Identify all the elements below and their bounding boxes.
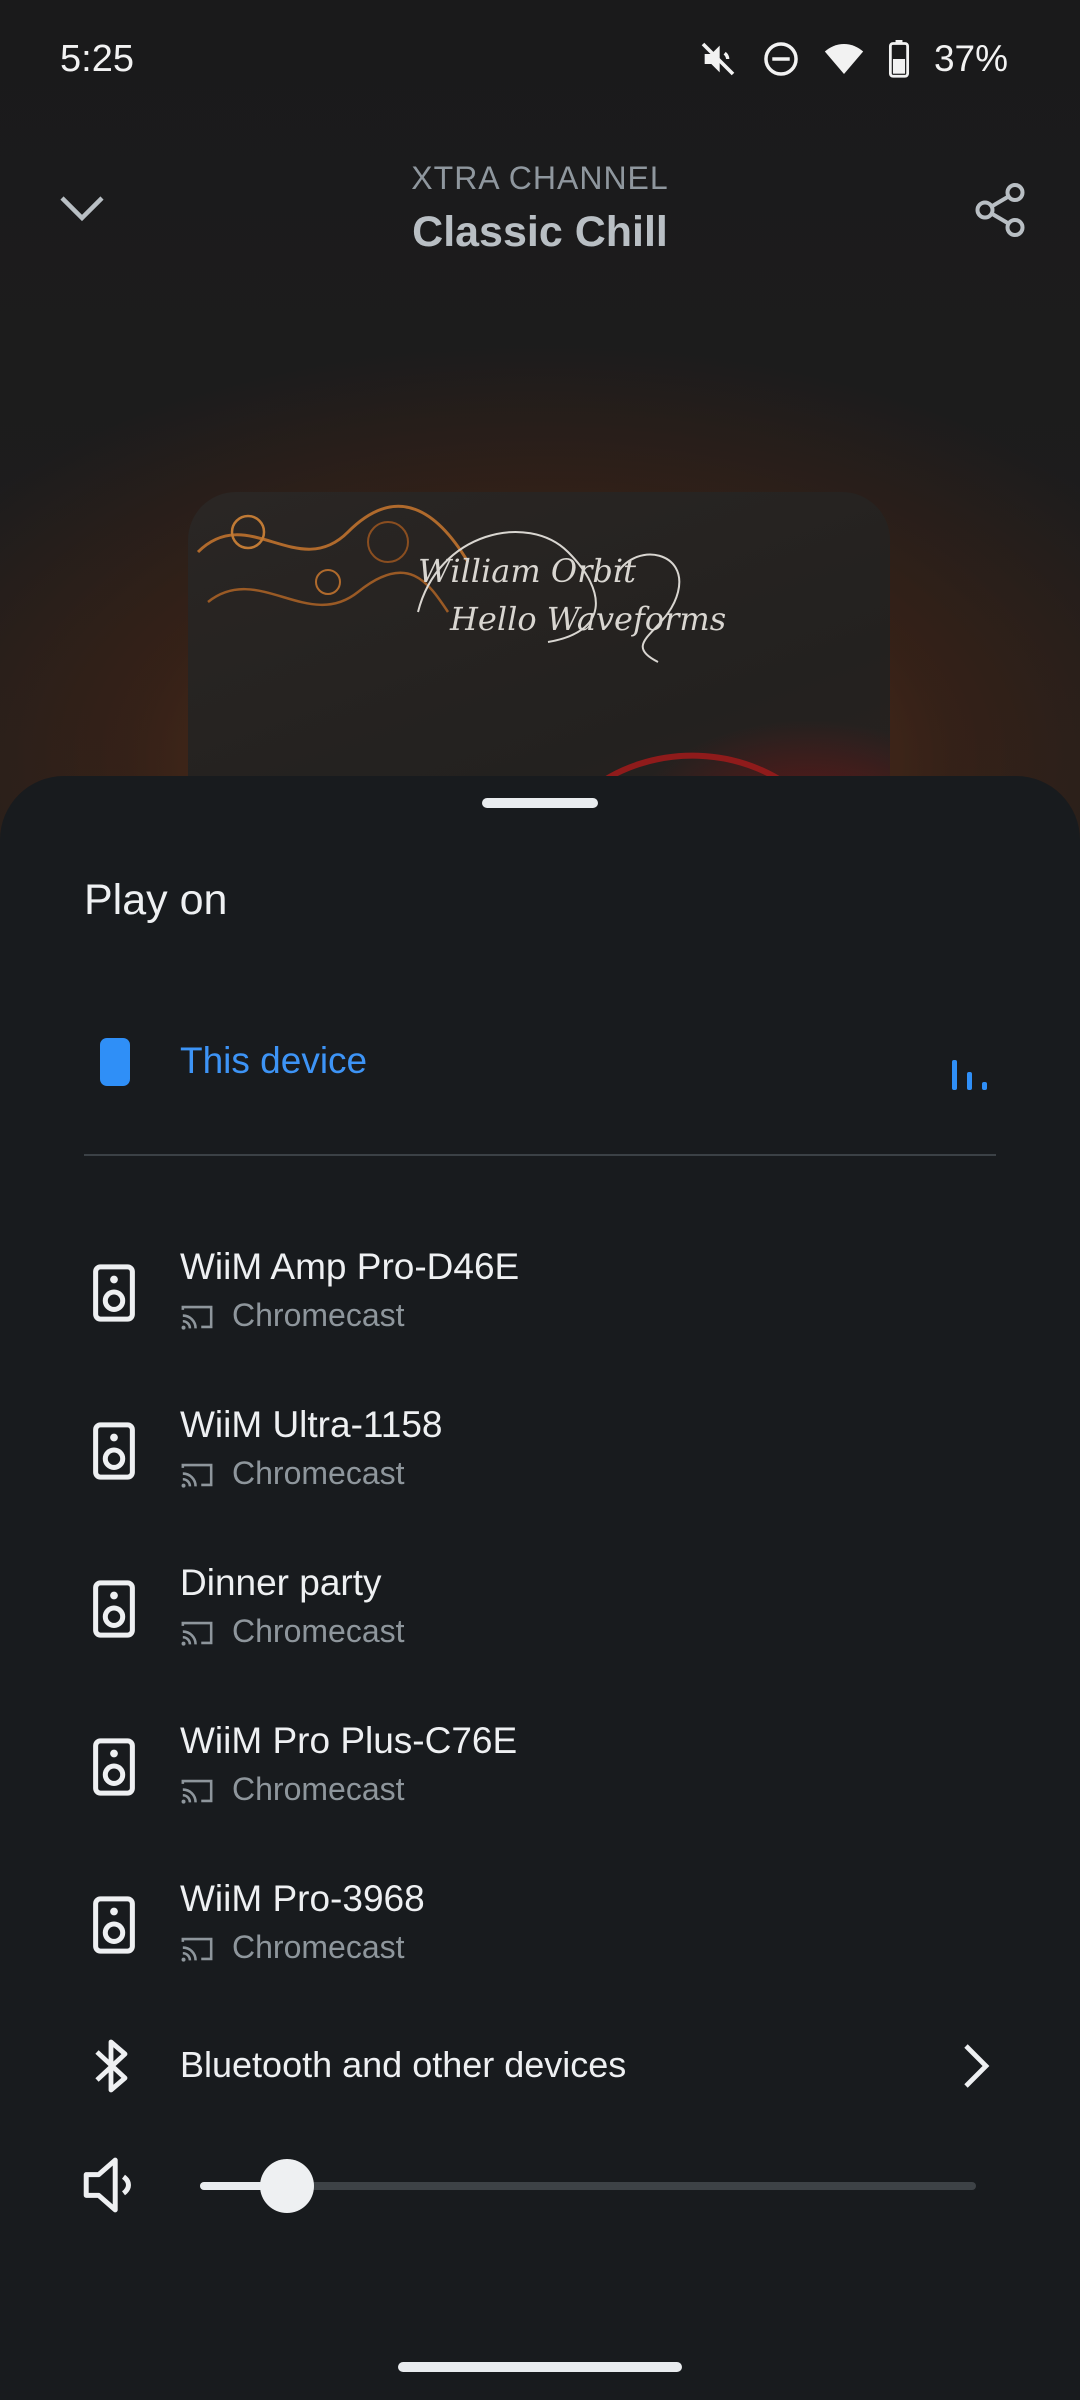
bluetooth-icon xyxy=(95,2039,128,2093)
speaker-icon xyxy=(93,1580,135,1638)
cast-icon xyxy=(181,1779,213,1804)
volume-icon xyxy=(83,2157,131,2213)
battery-percent: 37% xyxy=(933,38,1008,79)
device-name: WiiM Ultra-1158 xyxy=(180,1404,443,1445)
speaker-icon xyxy=(93,1422,135,1480)
now-playing-equalizer-icon xyxy=(952,1060,987,1090)
device-name: WiiM Amp Pro-D46E xyxy=(180,1246,520,1287)
status-bar: 5:25 37% xyxy=(0,0,1080,128)
speaker-icon xyxy=(93,1896,135,1954)
device-row[interactable]: WiiM Ultra-1158 Chromecast xyxy=(0,1404,1080,1544)
volume-slider-track[interactable] xyxy=(200,2182,976,2190)
chevron-right-icon xyxy=(964,2044,990,2088)
channel-subtitle: XTRA CHANNEL xyxy=(411,160,669,196)
sheet-title: Play on xyxy=(84,876,228,924)
share-icon xyxy=(975,183,1025,237)
cast-icon xyxy=(181,1463,213,1488)
device-name: Dinner party xyxy=(180,1562,382,1603)
channel-title: Classic Chill xyxy=(412,208,668,256)
cast-icon xyxy=(181,1937,213,1962)
device-name: WiiM Pro-3968 xyxy=(180,1878,425,1919)
device-row[interactable]: WiiM Pro-3968 Chromecast xyxy=(0,1878,1080,2018)
device-type: Chromecast xyxy=(232,1297,405,1333)
dnd-icon xyxy=(764,42,798,76)
cast-icon xyxy=(181,1305,213,1330)
volume-slider-thumb[interactable] xyxy=(259,2159,314,2213)
mute-icon xyxy=(701,42,735,76)
speaker-icon xyxy=(93,1264,135,1322)
this-device-label: This device xyxy=(180,1040,368,1081)
device-name: WiiM Pro Plus-C76E xyxy=(180,1720,518,1761)
speaker-icon xyxy=(93,1738,135,1796)
wifi-icon xyxy=(824,44,864,74)
status-time: 5:25 xyxy=(60,38,134,80)
share-button[interactable] xyxy=(970,180,1030,240)
this-device-row[interactable]: This device xyxy=(0,1016,1080,1126)
divider xyxy=(84,1154,996,1156)
phone-icon xyxy=(100,1038,130,1086)
bluetooth-label: Bluetooth and other devices xyxy=(180,2044,627,2085)
device-row[interactable]: WiiM Pro Plus-C76E Chromecast xyxy=(0,1720,1080,1860)
bluetooth-devices-row[interactable]: Bluetooth and other devices xyxy=(0,2004,1080,2124)
device-type: Chromecast xyxy=(232,1929,405,1965)
device-row[interactable]: WiiM Amp Pro-D46E Chromecast xyxy=(0,1246,1080,1386)
battery-icon xyxy=(888,40,909,78)
play-on-sheet: Play on This device WiiM Amp Pro-D46E Chr… xyxy=(0,776,1080,2400)
cast-icon xyxy=(181,1621,213,1646)
status-icons: 37% xyxy=(698,38,1008,80)
gesture-nav-handle[interactable] xyxy=(398,2362,682,2372)
artwork-artist-text: William Orbit xyxy=(418,552,636,590)
artwork-album-text: Hello Waveforms xyxy=(450,600,727,638)
sheet-drag-handle[interactable] xyxy=(482,798,598,808)
device-row[interactable]: Dinner party Chromecast xyxy=(0,1562,1080,1702)
device-type: Chromecast xyxy=(232,1613,405,1649)
device-type: Chromecast xyxy=(232,1771,405,1807)
device-type: Chromecast xyxy=(232,1455,405,1491)
